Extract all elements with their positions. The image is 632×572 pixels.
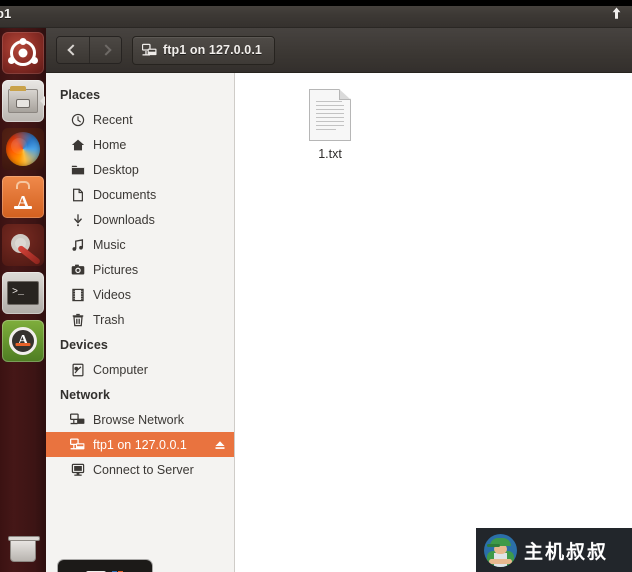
watermark-text: 主机叔叔: [524, 540, 609, 563]
sidebar-label: Computer: [93, 362, 148, 377]
remote-folder-icon: [70, 437, 85, 452]
ubuntu-dash-icon[interactable]: [2, 32, 44, 74]
terminal-icon[interactable]: >_: [2, 272, 44, 314]
navigation-buttons: [56, 36, 122, 64]
server-icon: [70, 462, 85, 477]
sidebar-label: Home: [93, 137, 127, 152]
camera-icon: [70, 262, 85, 277]
screen-top-edge: [0, 0, 632, 6]
sidebar-item-recent[interactable]: Recent: [46, 107, 234, 132]
sidebar-heading-devices: Devices: [60, 338, 108, 352]
network-icon: [70, 412, 85, 427]
file-label: 1.txt: [318, 147, 342, 161]
sidebar-label: ftp1 on 127.0.0.1: [93, 437, 187, 452]
pathbar-button-ftp1[interactable]: ftp1 on 127.0.0.1: [132, 35, 275, 65]
sidebar-heading-network: Network: [60, 388, 111, 402]
sidebar-item-downloads[interactable]: Downloads: [46, 207, 234, 232]
sidebar-item-computer[interactable]: Computer: [46, 357, 234, 382]
screen: p1 A >_: [0, 0, 632, 572]
file-list-view[interactable]: 1.txt: [236, 73, 632, 572]
trash-icon[interactable]: [2, 530, 44, 572]
watermark: 主机叔叔: [476, 528, 632, 572]
text-document-icon: [309, 89, 351, 141]
sidebar-item-documents[interactable]: Documents: [46, 182, 234, 207]
folder-icon: [70, 162, 85, 177]
sidebar-label: Recent: [93, 112, 133, 127]
clock-icon: [70, 112, 85, 127]
sidebar-item-desktop[interactable]: Desktop: [46, 157, 234, 182]
sidebar-item-ftp1[interactable]: ftp1 on 127.0.0.1: [46, 432, 234, 457]
eject-icon[interactable]: [214, 439, 226, 451]
firefox-icon[interactable]: [2, 128, 44, 170]
unity-launcher: A >_ A: [0, 28, 46, 572]
document-icon: [70, 187, 85, 202]
sidebar-label: Videos: [93, 287, 131, 302]
sidebar-item-music[interactable]: Music: [46, 232, 234, 257]
sidebar-item-trash[interactable]: Trash: [46, 307, 234, 332]
sidebar-heading-places: Places: [60, 88, 101, 102]
computer-icon: [70, 362, 85, 377]
pathbar-label: ftp1 on 127.0.0.1: [163, 43, 262, 57]
files-icon[interactable]: [2, 80, 45, 122]
places-sidebar[interactable]: Places Recent Home Desktop Documents Dow…: [46, 73, 235, 572]
sidebar-item-home[interactable]: Home: [46, 132, 234, 157]
back-button[interactable]: [57, 37, 89, 63]
sidebar-label: Browse Network: [93, 412, 184, 427]
home-icon: [70, 137, 85, 152]
file-manager-window: ftp1 on 127.0.0.1 Places Recent Home Des…: [46, 28, 632, 572]
download-icon: [70, 212, 85, 227]
sidebar-label: Downloads: [93, 212, 155, 227]
file-item-1txt[interactable]: 1.txt: [284, 87, 376, 161]
sidebar-label: Desktop: [93, 162, 139, 177]
sidebar-label: Music: [93, 237, 126, 252]
person-avatar-icon: [484, 533, 517, 567]
chevron-left-icon: [67, 44, 79, 56]
film-icon: [70, 287, 85, 302]
sidebar-item-pictures[interactable]: Pictures: [46, 257, 234, 282]
running-indicator-arrow: [40, 96, 45, 106]
sidebar-label: Documents: [93, 187, 157, 202]
software-updater-icon[interactable]: A: [2, 320, 44, 362]
chevron-right-icon: [99, 44, 112, 56]
sidebar-item-browse-network[interactable]: Browse Network: [46, 407, 234, 432]
trash-icon: [70, 312, 85, 327]
music-icon: [70, 237, 85, 252]
forward-button[interactable]: [89, 37, 121, 63]
window-headerbar: ftp1 on 127.0.0.1: [46, 28, 632, 73]
sidebar-label: Pictures: [93, 262, 139, 277]
software-center-icon[interactable]: A: [2, 176, 44, 218]
sidebar-label: Connect to Server: [93, 462, 194, 477]
sidebar-label: Trash: [93, 312, 125, 327]
upload-arrow-icon[interactable]: [606, 4, 626, 24]
settings-icon[interactable]: [2, 224, 44, 266]
panel-window-title[interactable]: p1: [0, 6, 11, 21]
sidebar-item-videos[interactable]: Videos: [46, 282, 234, 307]
bottom-dock-fragment[interactable]: [58, 560, 152, 572]
panel-indicators: [606, 4, 632, 24]
remote-folder-icon: [142, 43, 157, 57]
sidebar-item-connect-to-server[interactable]: Connect to Server: [46, 457, 234, 482]
